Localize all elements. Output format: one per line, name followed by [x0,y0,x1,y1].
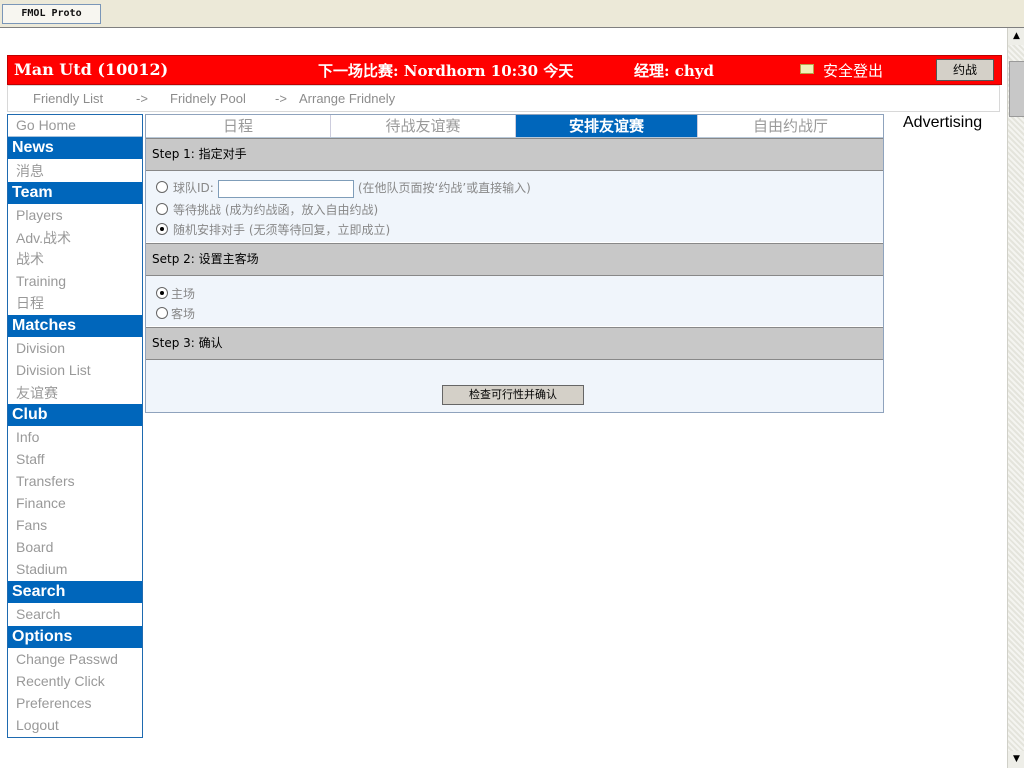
sidebar-section-news: News [8,137,142,159]
venue-option-home: 主场 [156,285,195,302]
step3-header: Step 3: 确认 [146,327,883,360]
sidebar-item-finance[interactable]: Finance [16,495,66,511]
sidebar-home-row: Go Home [8,115,142,137]
team-name: Man Utd (10012) [14,60,169,79]
sidebar-section-search: Search [8,581,142,603]
random-opponent-label: 随机安排对手 (无须等待回复，立即成立) [173,223,391,237]
step2-body: 主场 客场 [146,276,883,326]
sidebar-item-preferences[interactable]: Preferences [16,695,91,711]
breadcrumb-friendly-pool[interactable]: Fridnely Pool [170,91,246,106]
sidebar-section-matches: Matches [8,315,142,337]
window-tab[interactable]: FMOL Proto [2,4,101,24]
tab-schedule[interactable]: 日程 [146,115,331,137]
team-id-label: 球队ID: [173,181,214,195]
opponent-option-team-id: 球队ID: (在他队页面按‘约战’或直接输入) [156,179,531,198]
arrange-friendly-panel: 日程 待战友谊赛 安排友谊赛 自由约战厅 Step 1: 指定对手 球队ID: (… [145,114,884,413]
step2-header: Setp 2: 设置主客场 [146,243,883,276]
top-header: Man Utd (10012) 下一场比赛: Nordhorn 10:30 今天… [7,55,1002,85]
breadcrumb-separator: -> [275,91,287,106]
sidebar-section-options: Options [8,626,142,648]
check-and-confirm-button[interactable]: 检查可行性并确认 [442,385,584,405]
sidebar-item-board[interactable]: Board [16,539,53,555]
sidebar-item-go-home[interactable]: Go Home [16,117,76,133]
random-opponent-radio[interactable] [156,223,168,235]
scroll-track[interactable] [1008,45,1024,751]
sidebar-item-training[interactable]: Training [16,273,66,289]
sidebar-item-division[interactable]: Division [16,340,65,356]
sidebar-nav: Go Home News 消息 Team Players Adv.战术 战术 T… [7,114,143,738]
opponent-option-wait: 等待挑战 (成为约战函，放入自由约战) [156,201,378,218]
breadcrumb-separator: -> [136,91,148,106]
envelope-icon[interactable] [800,64,814,74]
breadcrumb: Friendly List -> Fridnely Pool -> Arrang… [7,85,1000,112]
sidebar-item-friendlies[interactable]: 友谊赛 [16,383,58,403]
breadcrumb-arrange-friendly[interactable]: Arrange Fridnely [299,91,395,106]
sidebar-item-logout[interactable]: Logout [16,717,59,733]
tab-pending-friendlies[interactable]: 待战友谊赛 [331,115,516,137]
advertising-label: Advertising [903,114,983,131]
tab-arrange-friendly[interactable]: 安排友谊赛 [516,115,698,137]
tab-free-challenge-hall[interactable]: 自由约战厅 [698,115,883,137]
sidebar-item-tactics[interactable]: 战术 [16,249,44,269]
team-id-hint: (在他队页面按‘约战’或直接输入) [357,181,531,195]
scroll-up-arrow-icon[interactable]: ▲ [1008,28,1024,45]
home-label: 主场 [171,287,196,301]
scroll-down-arrow-icon[interactable]: ▼ [1008,751,1024,768]
sidebar-item-staff[interactable]: Staff [16,451,45,467]
venue-option-away: 客场 [156,305,195,322]
home-radio[interactable] [156,287,168,299]
sidebar-item-info[interactable]: Info [16,429,39,445]
away-radio[interactable] [156,307,168,319]
sidebar-item-adv-tactics[interactable]: Adv.战术 [16,228,71,248]
challenge-button[interactable]: 约战 [936,59,994,81]
step1-header: Step 1: 指定对手 [146,138,883,171]
wait-challenge-label: 等待挑战 (成为约战函，放入自由约战) [173,203,379,217]
opponent-option-random: 随机安排对手 (无须等待回复，立即成立) [156,221,390,238]
sidebar-item-players[interactable]: Players [16,207,63,223]
step1-body: 球队ID: (在他队页面按‘约战’或直接输入) 等待挑战 (成为约战函，放入自由约… [146,171,883,242]
sidebar-item-recently-click[interactable]: Recently Click [16,673,105,689]
vertical-scrollbar[interactable]: ▲ ▼ [1007,28,1024,768]
sidebar-item-transfers[interactable]: Transfers [16,473,75,489]
sidebar-item-change-password[interactable]: Change Passwd [16,651,118,667]
team-id-radio[interactable] [156,181,168,193]
sidebar-section-club: Club [8,404,142,426]
next-match[interactable]: 下一场比赛: Nordhorn 10:30 今天 [318,60,573,81]
sub-tab-bar: 日程 待战友谊赛 安排友谊赛 自由约战厅 [146,115,883,138]
sidebar-section-team: Team [8,182,142,204]
team-id-input[interactable] [217,179,354,198]
wait-challenge-radio[interactable] [156,203,168,215]
sidebar-item-messages[interactable]: 消息 [16,161,44,181]
sidebar-item-schedule[interactable]: 日程 [16,293,44,313]
away-label: 客场 [171,307,196,321]
manager-name[interactable]: 经理: chyd [634,60,714,81]
sidebar-item-division-list[interactable]: Division List [16,362,91,378]
window-tab-bar: FMOL Proto [0,0,1024,28]
sidebar-item-fans[interactable]: Fans [16,517,47,533]
logout-link[interactable]: 安全登出 [823,60,883,81]
sidebar-item-stadium[interactable]: Stadium [16,561,67,577]
scroll-thumb[interactable] [1009,61,1024,117]
sidebar-item-search[interactable]: Search [16,606,60,622]
breadcrumb-friendly-list[interactable]: Friendly List [33,91,103,106]
